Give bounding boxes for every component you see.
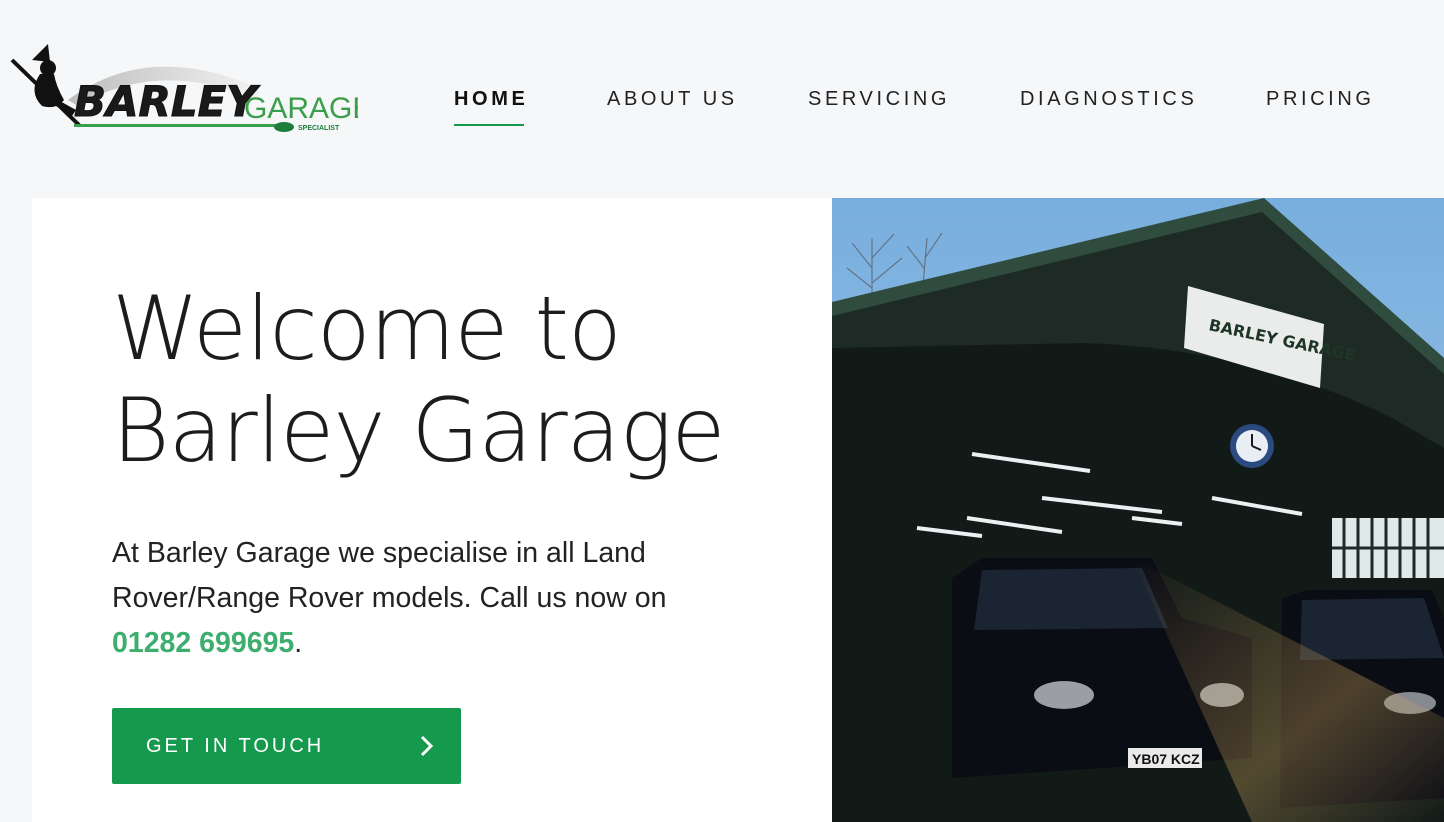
- main-nav: HOME ABOUT US SERVICING DIAGNOSTICS PRIC…: [0, 88, 1444, 128]
- hero-description-text: At Barley Garage we specialise in all La…: [112, 537, 667, 614]
- hero-description: At Barley Garage we specialise in all La…: [112, 531, 672, 666]
- svg-text:YB07 KCZ: YB07 KCZ: [1132, 751, 1200, 767]
- hero-description-end: .: [294, 627, 303, 659]
- hero-title-line-1: Welcome to: [112, 277, 622, 380]
- nav-pricing[interactable]: PRICING: [1266, 88, 1375, 111]
- hero-card: Welcome to Barley Garage At Barley Garag…: [32, 198, 832, 822]
- hero-title-line-2: Barley Garage: [112, 379, 726, 482]
- phone-link[interactable]: 01282 699695: [112, 627, 294, 659]
- nav-active-indicator: [454, 124, 524, 126]
- get-in-touch-label: GET IN TOUCH: [146, 734, 325, 757]
- garage-photo: BARLEY GARAGE YB07 KCZ: [832, 198, 1444, 822]
- nav-about-us[interactable]: ABOUT US: [607, 88, 738, 111]
- chevron-right-icon: [419, 735, 435, 757]
- get-in-touch-button[interactable]: GET IN TOUCH: [112, 708, 461, 784]
- nav-diagnostics[interactable]: DIAGNOSTICS: [1020, 88, 1197, 111]
- hero-title: Welcome to Barley Garage: [112, 278, 812, 482]
- nav-home[interactable]: HOME: [454, 88, 528, 111]
- nav-servicing[interactable]: SERVICING: [808, 88, 950, 111]
- clock-icon: [1230, 424, 1274, 468]
